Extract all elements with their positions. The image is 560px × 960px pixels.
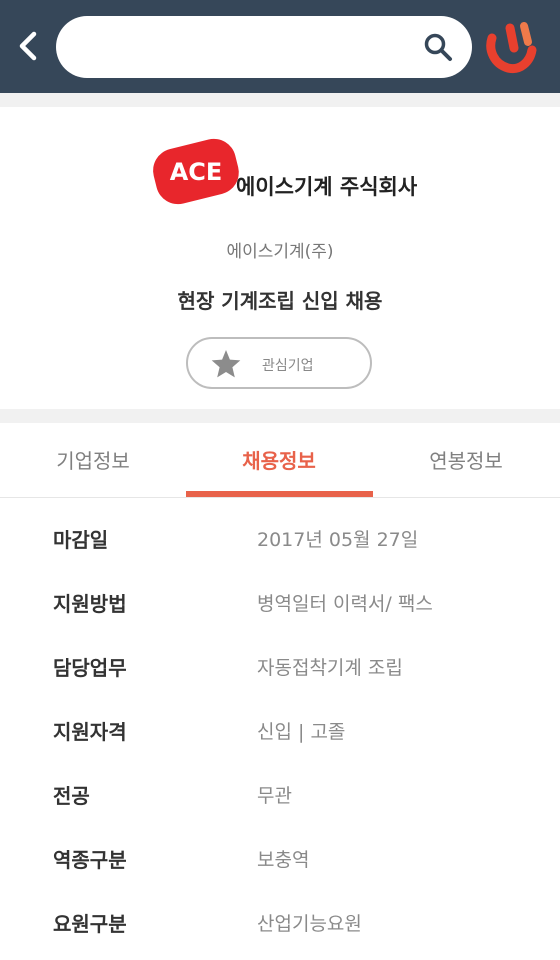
detail-value: 보충역 — [257, 849, 310, 871]
active-tab-indicator — [186, 491, 373, 497]
detail-label: 전공 — [53, 784, 90, 808]
app-logo-icon[interactable] — [484, 20, 540, 76]
company-card: ACE 에이스기계 주식회사 에이스기계(주) 현장 기계조립 신입 채용 관심… — [0, 107, 560, 409]
detail-row-deadline: 마감일 2017년 05월 27일 — [0, 498, 560, 562]
detail-value: 자동접착기계 조립 — [257, 657, 403, 679]
favorite-label: 관심기업 — [262, 358, 314, 374]
detail-label: 요원구분 — [53, 912, 127, 936]
favorite-company-button[interactable]: 관심기업 — [186, 337, 372, 389]
divider-band — [0, 409, 560, 423]
tab-bar: 기업정보 채용정보 연봉정보 — [0, 423, 560, 498]
detail-row-apply-method: 지원방법 병역일터 이력서/ 팩스 — [0, 562, 560, 626]
detail-label: 역종구분 — [53, 848, 127, 872]
job-title: 현장 기계조립 신입 채용 — [177, 289, 383, 313]
detail-label: 지원자격 — [53, 720, 127, 744]
chevron-left-icon — [19, 31, 37, 61]
detail-row-qualification: 지원자격 신입 | 고졸 — [0, 690, 560, 754]
logo-badge-text: ACE — [170, 158, 223, 186]
detail-value: 산업기능요원 — [257, 913, 362, 935]
detail-value: 2017년 05월 27일 — [257, 529, 419, 551]
divider-band — [0, 93, 560, 107]
detail-label: 마감일 — [53, 528, 109, 552]
company-logo: ACE 에이스기계 주식회사 — [153, 138, 418, 205]
back-button[interactable] — [8, 24, 48, 68]
tab-salary-info[interactable]: 연봉정보 — [373, 423, 559, 497]
detail-value: 병역일터 이력서/ 팩스 — [257, 593, 433, 615]
company-name: 에이스기계(주) — [226, 242, 334, 262]
star-icon — [211, 350, 241, 378]
detail-value: 신입 | 고졸 — [257, 721, 346, 743]
search-icon — [424, 33, 452, 61]
detail-row-duties: 담당업무 자동접착기계 조립 — [0, 626, 560, 690]
tab-company-info[interactable]: 기업정보 — [0, 423, 186, 497]
detail-label: 담당업무 — [53, 656, 127, 680]
detail-row-service-type: 역종구분 보충역 — [0, 818, 560, 882]
recruit-details: 마감일 2017년 05월 27일 지원방법 병역일터 이력서/ 팩스 담당업무… — [0, 498, 560, 946]
detail-label: 지원방법 — [53, 592, 127, 616]
detail-row-personnel-type: 요원구분 산업기능요원 — [0, 882, 560, 946]
detail-value: 무관 — [257, 785, 292, 807]
search-box[interactable] — [56, 16, 472, 78]
tab-recruit-info[interactable]: 채용정보 — [186, 423, 372, 497]
top-bar — [0, 0, 560, 93]
search-input[interactable] — [80, 28, 424, 68]
search-button[interactable] — [420, 29, 456, 65]
detail-row-major: 전공 무관 — [0, 754, 560, 818]
logo-company-text: 에이스기계 주식회사 — [236, 175, 418, 199]
